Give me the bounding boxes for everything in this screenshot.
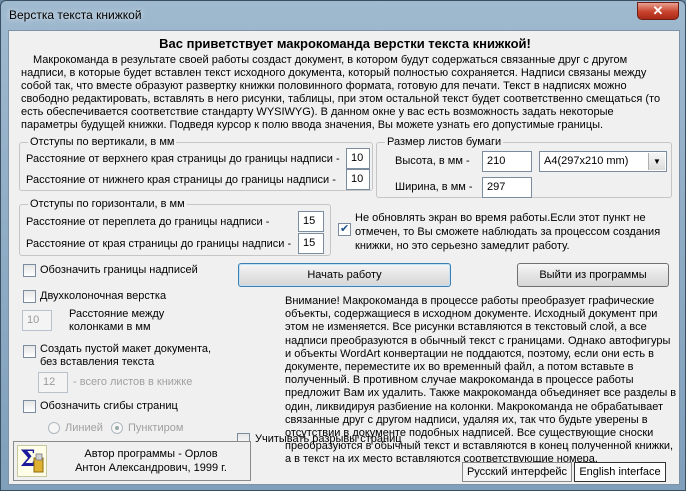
no-refresh-checkbox[interactable] [338,222,351,236]
top-margin-input[interactable]: 10 [346,148,370,169]
mark-folds-checkbox[interactable] [23,400,36,413]
fold-line-label: Линией [65,422,103,434]
exit-button[interactable]: Выйти из программы [517,263,669,287]
page-breaks-label: Учитывать разрывы страниц [255,433,402,445]
two-columns-label: Двухколоночная верстка [40,290,167,302]
empty-layout-label: Создать пустой макет документа, без вста… [40,343,212,368]
vertical-margins-legend: Отступы по вертикали, в мм [28,136,177,148]
column-gap-input[interactable]: 10 [22,310,52,331]
author-credit: Автор программы - Орлов Антон Александро… [52,447,250,475]
paper-width-input[interactable]: 297 [482,177,532,198]
paper-width-label: Ширина, в мм - [395,181,473,193]
two-columns-checkbox[interactable] [23,290,36,303]
english-interface-button[interactable]: English interface [574,462,666,482]
paper-size-legend: Размер листов бумаги [385,136,504,148]
empty-layout-checkbox[interactable] [23,345,36,358]
bottom-margin-input[interactable]: 10 [346,169,370,190]
app-window: Верстка текста книжкой ✕ Вас приветствуе… [0,0,686,491]
sheets-count-input[interactable]: 12 [38,372,68,393]
paper-height-input[interactable]: 210 [482,151,532,172]
mark-borders-checkbox[interactable] [23,264,36,277]
svg-text:Σ: Σ [20,446,36,472]
no-refresh-label: Не обновлять экран во время работы.Если … [355,212,661,252]
mark-folds-label: Обозначить сгибы страниц [40,400,178,412]
author-box: Σ Автор программы - Орлов Антон Александ… [13,441,251,481]
binding-margin-label: Расстояние от переплета до границы надпи… [26,216,270,228]
edge-margin-input[interactable]: 15 [298,233,324,254]
close-button[interactable]: ✕ [637,2,679,20]
binding-margin-input[interactable]: 15 [298,211,324,232]
paper-format-select[interactable]: А4(297x210 mm) ▼ [539,151,667,172]
start-button[interactable]: Начать работу [238,263,451,287]
edge-margin-label: Расстояние от края страницы до границы н… [26,238,292,250]
author-line-2: Антон Александрович, 1999 г. [75,462,227,474]
mark-borders-label: Обозначить границы надписей [40,264,198,276]
fold-line-radio[interactable] [48,422,60,434]
fold-dotted-label: Пунктиром [128,422,184,434]
top-margin-label: Расстояние от верхнего края страницы до … [26,153,340,165]
dialog-client-area: Вас приветствует макрокоманда верстки те… [8,30,680,485]
sheets-count-label: - всего листов в книжке [73,376,193,388]
window-title: Верстка текста книжкой [9,8,142,22]
bottom-margin-label: Расстояние от нижнего края страницы до г… [26,174,336,186]
title-bar[interactable]: Верстка текста книжкой ✕ [1,1,685,29]
fold-dotted-radio[interactable] [111,422,123,434]
paper-height-label: Высота, в мм - [395,155,470,167]
paper-format-value: А4(297x210 mm) [544,155,629,167]
chevron-down-icon[interactable]: ▼ [648,153,665,170]
book-logo-icon: Σ [17,445,47,477]
author-line-1: Автор программы - Орлов [84,448,218,460]
horizontal-margins-legend: Отступы по горизонтали, в мм [28,198,187,210]
russian-interface-button[interactable]: Русский интерфейс [462,462,572,482]
column-gap-label: Расстояние между колонками в мм [69,308,165,333]
welcome-heading: Вас приветствует макрокоманда верстки те… [159,36,531,51]
intro-text: Макрокоманда в результате своей работы с… [21,54,661,131]
